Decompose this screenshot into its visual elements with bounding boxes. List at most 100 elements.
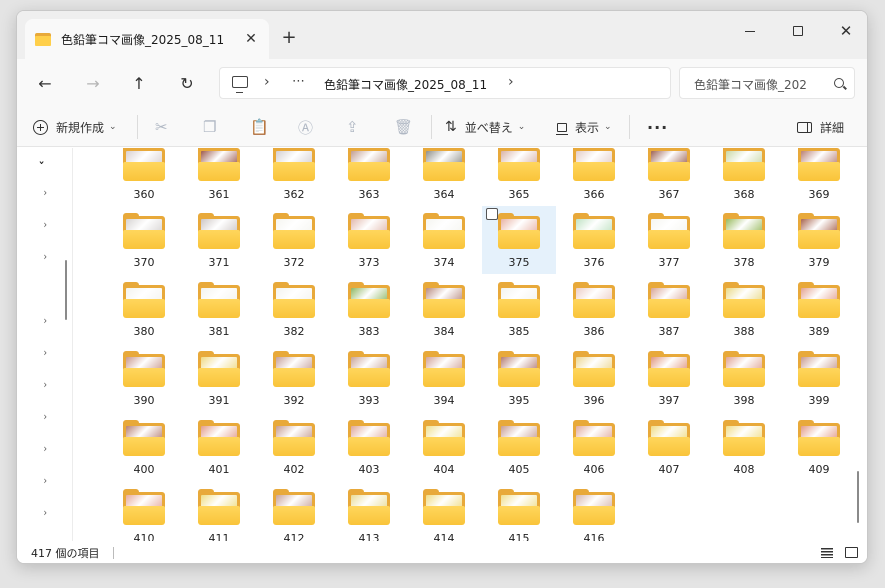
- view-button[interactable]: 表示 ⌄: [556, 111, 612, 143]
- select-checkbox[interactable]: [486, 208, 498, 220]
- folder-item[interactable]: 387: [632, 275, 706, 343]
- folder-item[interactable]: 388: [707, 275, 781, 343]
- folder-item[interactable]: 401: [182, 413, 256, 481]
- folder-item[interactable]: 406: [557, 413, 631, 481]
- folder-item[interactable]: 407: [632, 413, 706, 481]
- folder-item[interactable]: 379: [782, 206, 856, 274]
- folder-item[interactable]: 372: [257, 206, 331, 274]
- folder-item[interactable]: 398: [707, 344, 781, 412]
- chevron-right-icon[interactable]: ›: [43, 186, 47, 199]
- large-icons-view-icon[interactable]: [845, 547, 858, 558]
- folder-item[interactable]: 362: [257, 148, 331, 206]
- folder-item[interactable]: 395: [482, 344, 556, 412]
- folder-item[interactable]: 397: [632, 344, 706, 412]
- rename-button[interactable]: Ⓐ: [298, 111, 313, 143]
- chevron-right-icon[interactable]: ›: [43, 378, 47, 391]
- folder-item[interactable]: 366: [557, 148, 631, 206]
- folder-item[interactable]: 383: [332, 275, 406, 343]
- folder-item[interactable]: 384: [407, 275, 481, 343]
- paste-button[interactable]: 📋: [250, 111, 269, 143]
- folder-item[interactable]: 389: [782, 275, 856, 343]
- folder-item[interactable]: 409: [782, 413, 856, 481]
- folder-item[interactable]: 378: [707, 206, 781, 274]
- folder-item[interactable]: 402: [257, 413, 331, 481]
- folder-item[interactable]: 413: [332, 482, 406, 541]
- folder-item[interactable]: 404: [407, 413, 481, 481]
- folder-item[interactable]: 376: [557, 206, 631, 274]
- folder-item[interactable]: 392: [257, 344, 331, 412]
- breadcrumb-current[interactable]: 色鉛筆コマ画像_2025_08_11: [324, 76, 487, 93]
- folder-item[interactable]: 391: [182, 344, 256, 412]
- tab-close-icon[interactable]: ✕: [239, 27, 263, 51]
- folder-item[interactable]: 370: [107, 206, 181, 274]
- details-view-icon[interactable]: [821, 548, 833, 558]
- folder-item[interactable]: 374: [407, 206, 481, 274]
- folder-item[interactable]: 394: [407, 344, 481, 412]
- new-button[interactable]: 新規作成 ⌄: [33, 111, 117, 143]
- folder-item[interactable]: 369: [782, 148, 856, 206]
- more-options-button[interactable]: ···: [647, 111, 668, 143]
- nav-scrollbar[interactable]: [65, 260, 67, 320]
- chevron-right-icon[interactable]: ›: [43, 250, 47, 263]
- folder-item[interactable]: 416: [557, 482, 631, 541]
- folder-item[interactable]: 412: [257, 482, 331, 541]
- minimize-button[interactable]: [727, 15, 773, 47]
- folder-item[interactable]: 410: [107, 482, 181, 541]
- search-box[interactable]: 色鉛筆コマ画像_202: [679, 67, 855, 99]
- chevron-right-icon[interactable]: ›: [43, 314, 47, 327]
- folder-item[interactable]: 405: [482, 413, 556, 481]
- folder-item[interactable]: 400: [107, 413, 181, 481]
- address-bar[interactable]: › ⋯ 色鉛筆コマ画像_2025_08_11 ›: [219, 67, 671, 99]
- sort-button[interactable]: ⇅ 並べ替え ⌄: [445, 111, 525, 143]
- refresh-button[interactable]: ↻: [171, 67, 203, 99]
- details-pane-button[interactable]: 詳細: [797, 111, 844, 143]
- copy-button[interactable]: ❐: [203, 111, 216, 143]
- folder-item[interactable]: 365: [482, 148, 556, 206]
- folder-item[interactable]: 363: [332, 148, 406, 206]
- folder-item[interactable]: 382: [257, 275, 331, 343]
- folder-item[interactable]: 367: [632, 148, 706, 206]
- tab-active[interactable]: 色鉛筆コマ画像_2025_08_11 ✕: [25, 19, 269, 59]
- share-button[interactable]: ⇪: [346, 111, 359, 143]
- folder-item[interactable]: 371: [182, 206, 256, 274]
- chevron-down-icon[interactable]: ⌄: [38, 154, 45, 167]
- up-button[interactable]: ↑: [123, 67, 155, 99]
- chevron-right-icon[interactable]: ›: [43, 346, 47, 359]
- forward-button[interactable]: →: [77, 67, 109, 99]
- chevron-right-icon[interactable]: ›: [43, 218, 47, 231]
- folder-item[interactable]: 361: [182, 148, 256, 206]
- folder-item[interactable]: 368: [707, 148, 781, 206]
- chevron-right-icon[interactable]: ›: [43, 506, 47, 519]
- folder-item[interactable]: 399: [782, 344, 856, 412]
- folder-item[interactable]: 381: [182, 275, 256, 343]
- folder-item[interactable]: 390: [107, 344, 181, 412]
- folder-item[interactable]: 411: [182, 482, 256, 541]
- folder-item[interactable]: 396: [557, 344, 631, 412]
- maximize-button[interactable]: [775, 15, 821, 47]
- back-button[interactable]: ←: [29, 67, 61, 99]
- folder-item[interactable]: 408: [707, 413, 781, 481]
- folder-item[interactable]: 360: [107, 148, 181, 206]
- folder-item[interactable]: 373: [332, 206, 406, 274]
- close-button[interactable]: ✕: [823, 15, 867, 47]
- computer-icon[interactable]: [232, 76, 248, 93]
- chevron-right-icon[interactable]: ›: [43, 442, 47, 455]
- chevron-right-icon[interactable]: ›: [43, 474, 47, 487]
- folder-item[interactable]: 415: [482, 482, 556, 541]
- chevron-right-icon[interactable]: ›: [43, 410, 47, 423]
- folder-item[interactable]: 380: [107, 275, 181, 343]
- delete-button[interactable]: 🗑: [394, 111, 413, 143]
- chevron-right-icon[interactable]: ›: [508, 74, 514, 90]
- folder-item[interactable]: 393: [332, 344, 406, 412]
- folder-item[interactable]: 364: [407, 148, 481, 206]
- folder-item[interactable]: 414: [407, 482, 481, 541]
- folder-item[interactable]: 386: [557, 275, 631, 343]
- folder-item[interactable]: 375: [482, 206, 556, 274]
- cut-button[interactable]: ✂: [155, 111, 168, 143]
- breadcrumb-overflow[interactable]: ⋯: [292, 74, 305, 89]
- folder-item[interactable]: 377: [632, 206, 706, 274]
- content-scrollbar[interactable]: [857, 471, 859, 523]
- new-tab-button[interactable]: +: [275, 25, 303, 53]
- search-input[interactable]: 色鉛筆コマ画像_202: [694, 76, 826, 93]
- chevron-right-icon[interactable]: ›: [264, 74, 270, 90]
